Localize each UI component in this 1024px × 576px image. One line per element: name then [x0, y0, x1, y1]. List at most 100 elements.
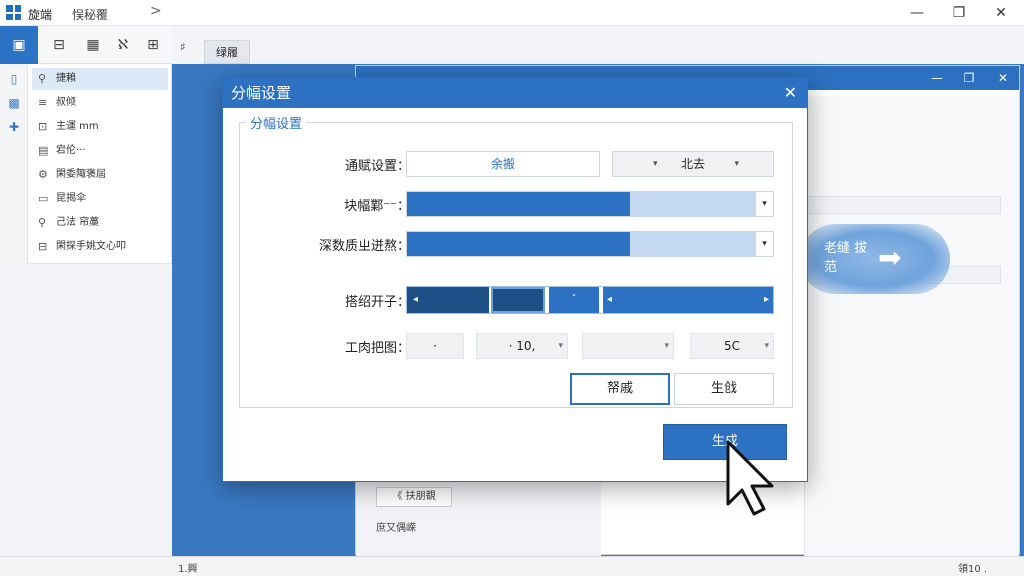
- tab-document[interactable]: 绿履: [204, 40, 250, 64]
- segment-middle[interactable]: ˇ: [549, 287, 599, 313]
- sidebar-item-label: 叔倾: [56, 97, 76, 108]
- sidebar-item-label: 宕伦···: [56, 145, 86, 156]
- ribbon-toolbar: ▣ ⊟ ▦ ℵ ⊞: [0, 26, 172, 64]
- chevron-down-icon: ▾: [653, 159, 658, 169]
- bg-close-button[interactable]: ✕: [992, 68, 1014, 88]
- folder-icon: ▭: [38, 192, 49, 205]
- sidebar-item-label: 主運 mm: [56, 121, 99, 132]
- gear-icon: ⚙: [38, 168, 48, 181]
- hint-text: 老缝 拔范: [824, 241, 868, 275]
- app-name: 旋端: [28, 8, 53, 22]
- status-zoom-text: 領10 .: [958, 564, 988, 575]
- document-tab-bar: ♯: [172, 26, 1024, 64]
- ribbon-layout-button[interactable]: ⊟: [44, 26, 74, 64]
- segment-left[interactable]: ◂: [407, 287, 489, 313]
- segment-handle[interactable]: [491, 287, 545, 313]
- bg-panel-row: [806, 196, 1001, 214]
- bg-lower-button[interactable]: 《 扶朋覩: [376, 487, 452, 507]
- bg-minimize-button[interactable]: —: [926, 68, 948, 88]
- maximize-button[interactable]: ❐: [946, 2, 972, 24]
- sidebar-item-label: 閑探手姚文心叩: [56, 241, 126, 252]
- bg-maximize-button[interactable]: ❐: [958, 68, 980, 88]
- sidebar-item-0[interactable]: ⚲ 捷賴: [32, 68, 168, 90]
- sidebar-item-2[interactable]: ⊡ 主運 mm: [32, 116, 168, 138]
- direction-dropdown[interactable]: ▾ 北去 ▾: [612, 151, 774, 177]
- sidebar-nav: ⚲ 捷賴 ≡ 叔倾 ⊡ 主運 mm ▤ 宕伦··· ⚙ 閑委陬褒屆 ▭ 昆揭伞 ⚲ 己法 帘藁…: [28, 64, 172, 264]
- block-size-slider[interactable]: ▾: [406, 191, 774, 217]
- sidebar-item-1[interactable]: ≡ 叔倾: [32, 92, 168, 114]
- file-icon[interactable]: ▯: [6, 72, 22, 88]
- search-icon: ⚲: [38, 216, 47, 229]
- bg-lower-label: 庶又偶嵘: [376, 523, 416, 534]
- tiling-settings-dialog: 分幅设置 ✕ 分幅设置 通赋设置： 余搬 ▾ 北去 ▾ 块幅鄴⁻⁻： ▾ 深数质…: [222, 77, 808, 482]
- settings-group: 分幅设置 通赋设置： 余搬 ▾ 北去 ▾ 块幅鄴⁻⁻： ▾ 深数质ㄓ迸熬： ▾ …: [239, 113, 793, 408]
- app-titlebar: 旋端 悮秘覆 > — ❐ ✕: [0, 0, 1024, 26]
- app-subname: 悮秘覆: [72, 8, 109, 22]
- status-bar: 1.興 領10 .: [0, 556, 1024, 576]
- left-panel-background: [0, 264, 172, 556]
- block-size-label: 块幅鄴⁻⁻：: [344, 199, 410, 214]
- close-button[interactable]: ✕: [988, 2, 1014, 24]
- chevron-down-icon[interactable]: ▾: [755, 232, 773, 256]
- depth-label: 深数质ㄓ迸熬：: [318, 239, 410, 254]
- chart-value-2-text: · 10,: [508, 339, 536, 353]
- chevron-down-icon: ▾: [558, 341, 563, 351]
- general-settings-label: 通赋设置：: [344, 159, 410, 174]
- sidebar-item-6[interactable]: ⚲ 己法 帘藁: [32, 212, 168, 234]
- chart-value-4-text: 5C: [723, 339, 740, 353]
- chevron-right-icon[interactable]: >: [150, 3, 162, 19]
- depth-fill: [407, 232, 631, 256]
- chart-value-2[interactable]: · 10, ▾: [476, 333, 568, 359]
- background-lower-panel: 《 扶朋覩 庶又偶嵘: [356, 476, 601, 556]
- hint-bubble: 老缝 拔范 ➡: [800, 224, 950, 294]
- block-size-fill: [407, 192, 631, 216]
- status-left-text: 1.興: [178, 564, 198, 575]
- sidebar-item-3[interactable]: ▤ 宕伦···: [32, 140, 168, 162]
- ribbon-grid-button[interactable]: ▦: [78, 26, 108, 64]
- sidebar-item-4[interactable]: ⚙ 閑委陬褒屆: [32, 164, 168, 186]
- chevron-down-icon[interactable]: ▾: [755, 192, 773, 216]
- chevron-down-icon: ▾: [664, 341, 669, 351]
- layers-icon[interactable]: ▩: [6, 96, 22, 112]
- ribbon-table-button[interactable]: ⊞: [138, 26, 168, 64]
- sidebar-item-label: 閑委陬褒屆: [56, 169, 106, 180]
- sidebar-item-label: 捷賴: [56, 73, 76, 84]
- general-settings-input[interactable]: 余搬: [406, 151, 600, 177]
- chart-label: 工肉把图：: [344, 341, 410, 356]
- mouse-cursor-icon: [726, 440, 774, 516]
- minimize-button[interactable]: —: [904, 2, 930, 24]
- opener-label: 搭绍开子：: [344, 295, 410, 310]
- cancel-button[interactable]: 帑戚: [570, 373, 670, 405]
- chart-value-3[interactable]: ▾: [582, 333, 674, 359]
- sidebar-item-label: 己法 帘藁: [56, 217, 100, 228]
- frame-icon: ⊡: [38, 120, 48, 133]
- chevron-down-icon: ▾: [764, 341, 769, 351]
- direction-dropdown-value: 北去: [680, 157, 705, 171]
- opener-segment-slider[interactable]: ◂ ˇ ◂ ▸: [406, 286, 774, 314]
- page-icon: ⊟: [38, 240, 48, 253]
- generate-option-button[interactable]: 生戗: [674, 373, 774, 405]
- background-properties-panel: [804, 96, 1019, 556]
- dialog-close-button[interactable]: ✕: [784, 78, 797, 108]
- plus-icon[interactable]: ✚: [6, 120, 22, 136]
- app-logo-icon: [6, 5, 21, 20]
- list-icon: ≡: [38, 96, 48, 109]
- dialog-title: 分幅设置: [231, 84, 292, 102]
- group-title: 分幅设置: [246, 113, 307, 132]
- sidebar-item-label: 昆揭伞: [56, 193, 86, 204]
- dialog-titlebar: 分幅设置 ✕: [223, 78, 807, 108]
- ribbon-tool-button[interactable]: ℵ: [108, 26, 138, 64]
- document-icon: ▤: [38, 144, 49, 157]
- segment-right-marker: ▸: [763, 294, 769, 305]
- grid-icon[interactable]: ♯: [180, 40, 186, 54]
- sidebar-item-5[interactable]: ▭ 昆揭伞: [32, 188, 168, 210]
- chart-value-1[interactable]: ·: [406, 333, 464, 359]
- chevron-down-icon: ▾: [734, 159, 739, 169]
- sidebar-item-7[interactable]: ⊟ 閑探手姚文心叩: [32, 236, 168, 258]
- segment-right[interactable]: ◂ ▸: [603, 287, 773, 313]
- chart-value-4[interactable]: 5C ▾: [690, 333, 774, 359]
- ribbon-home-button[interactable]: ▣: [0, 26, 38, 64]
- left-icon-strip: ▯ ▩ ✚: [0, 64, 28, 264]
- arrow-right-icon: ➡: [878, 241, 902, 274]
- depth-slider[interactable]: ▾: [406, 231, 774, 257]
